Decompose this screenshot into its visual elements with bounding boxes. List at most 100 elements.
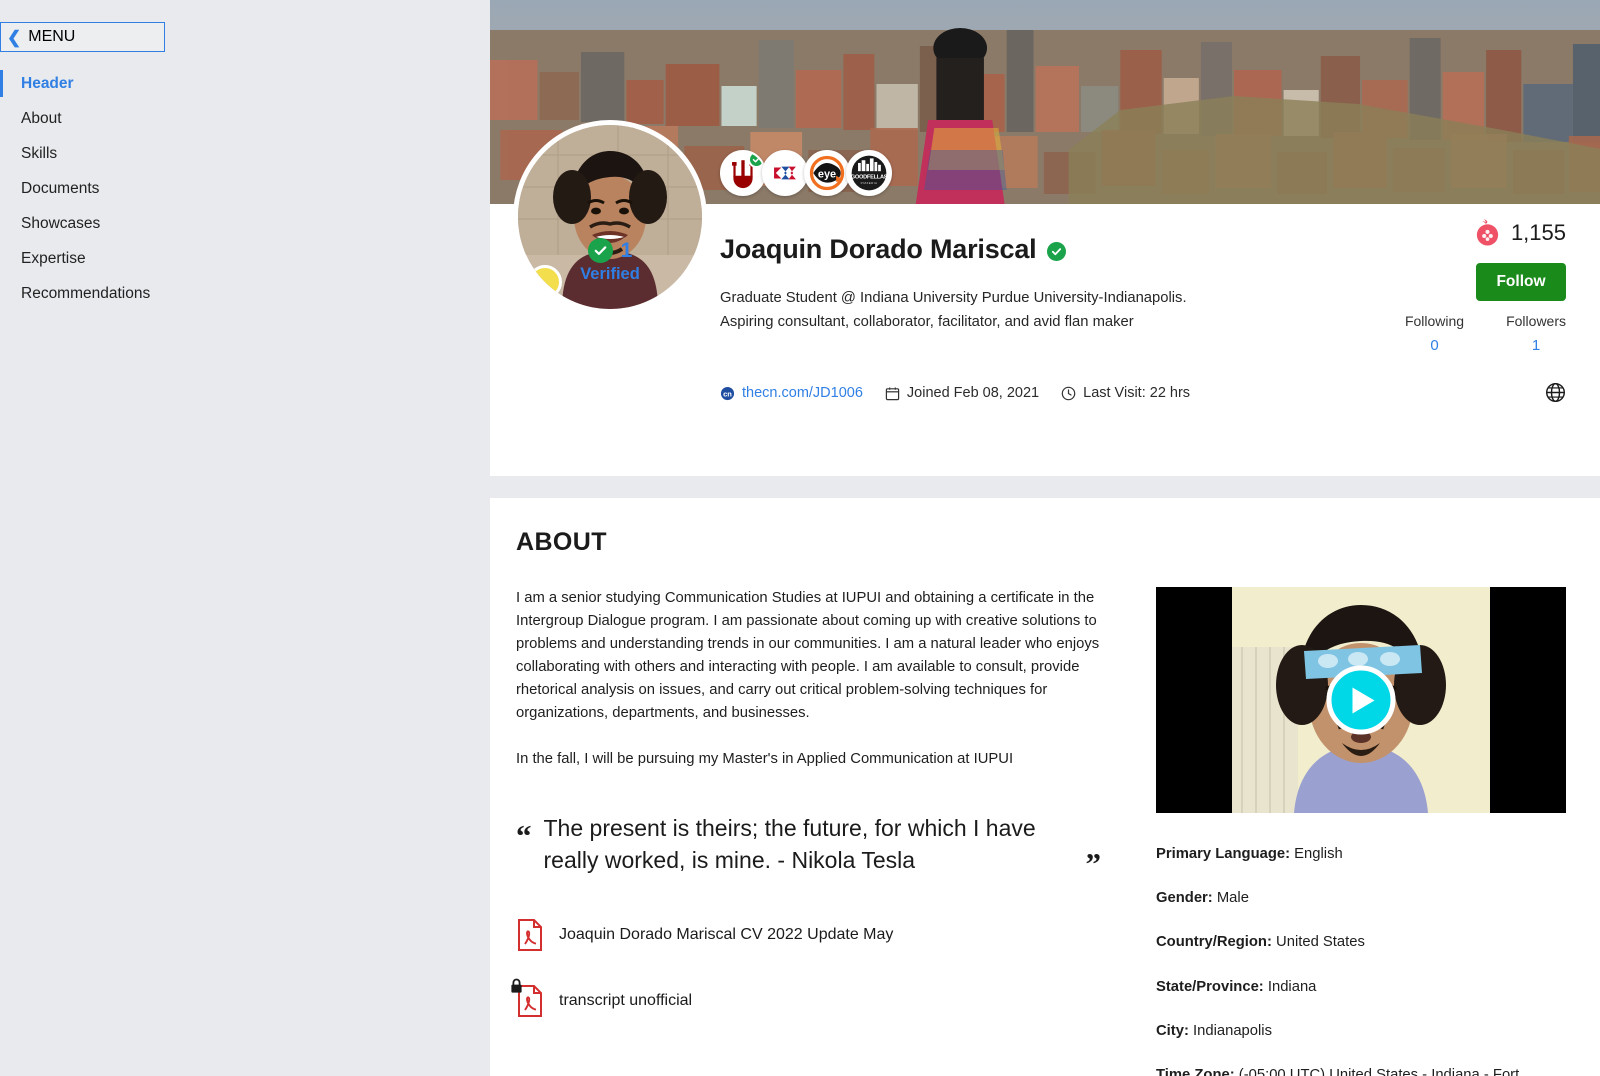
info-label: Gender:	[1156, 890, 1213, 907]
sidebar-item-expertise[interactable]: Expertise	[0, 241, 490, 276]
follow-counters: Following 0 Followers 1	[1366, 313, 1566, 354]
name-verified-icon	[1047, 241, 1067, 261]
following-counter[interactable]: Following 0	[1405, 313, 1464, 354]
document-name: Joaquin Dorado Mariscal CV 2022 Update M…	[559, 925, 894, 943]
last-visit: Last Visit: 22 hrs	[1061, 385, 1190, 401]
main-content: 1 Verified eye GOODFELLAS PIZZERIA Joaqu…	[490, 0, 1600, 1076]
avatar[interactable]	[513, 120, 707, 314]
followers-value: 1	[1531, 337, 1541, 354]
headline-line-1: Graduate Student @ Indiana University Pu…	[720, 290, 1187, 306]
joined-date: Joined Feb 08, 2021	[885, 385, 1039, 401]
info-value: Male	[1216, 890, 1249, 907]
sidebar-item-skills[interactable]: Skills	[0, 136, 490, 171]
united-states-flag-icon	[685, 286, 702, 307]
identity-block: Joaquin Dorado Mariscal Graduate Student…	[720, 234, 1187, 335]
quote-close-icon: ”	[1085, 845, 1102, 881]
pomegranate-icon	[1476, 219, 1499, 246]
globe-icon	[1546, 383, 1565, 402]
sidebar-item-header[interactable]: Header	[0, 66, 490, 101]
language-globe-button[interactable]	[1545, 382, 1566, 408]
info-value: Indianapolis	[1193, 1022, 1272, 1039]
document-item[interactable]: Joaquin Dorado Mariscal CV 2022 Update M…	[516, 918, 1116, 951]
attached-documents: Joaquin Dorado Mariscal CV 2022 Update M…	[511, 918, 1116, 1017]
sidebar-item-label: About	[21, 109, 62, 127]
info-value: English	[1294, 846, 1343, 862]
about-card: ABOUT I am a senior studying Communicati…	[490, 498, 1600, 1076]
sidebar-item-label: Expertise	[21, 249, 86, 267]
joined-date-label: Joined Feb 08, 2021	[906, 385, 1040, 401]
pdf-icon	[511, 978, 544, 1017]
sidebar-item-label: Header	[21, 74, 74, 92]
info-label: Time Zone:	[1156, 1066, 1235, 1076]
info-value: United States	[1276, 934, 1365, 951]
pdf-icon	[516, 918, 544, 951]
following-value: 0	[1430, 337, 1439, 354]
document-item[interactable]: transcript unofficial	[511, 978, 1116, 1017]
sidebar-item-showcases[interactable]: Showcases	[0, 206, 490, 241]
info-label: Country/Region:	[1156, 934, 1272, 951]
kc-logo-badge[interactable]	[762, 150, 808, 196]
follow-button[interactable]: Follow	[1476, 263, 1566, 301]
profile-stats: 1,155 Follow Following 0 Followers 1	[1366, 218, 1566, 354]
info-value: Indiana	[1267, 978, 1317, 995]
profile-headline: Graduate Student @ Indiana University Pu…	[720, 287, 1187, 335]
profile-info-list: Primary Language: English Gender: Male C…	[1156, 843, 1566, 1076]
about-paragraph-1: I am a senior studying Communication Stu…	[516, 590, 1100, 722]
sidebar-item-recommendations[interactable]: Recommendations	[0, 276, 490, 311]
calendar-icon	[885, 387, 900, 400]
quote-open-icon: “	[516, 817, 532, 853]
about-section-title: ABOUT	[516, 528, 607, 556]
chevron-left-icon: ❮	[7, 27, 22, 47]
info-row-country-region: Country/Region: United States	[1156, 931, 1566, 953]
eye-logo-badge[interactable]: eye	[804, 150, 850, 196]
document-name: transcript unofficial	[559, 991, 693, 1009]
points-display: 1,155	[1366, 218, 1566, 247]
followers-counter[interactable]: Followers 1	[1506, 313, 1566, 354]
about-left-column: I am a senior studying Communication Stu…	[511, 587, 1116, 1076]
indiana-university-badge[interactable]	[720, 150, 766, 196]
clock-icon	[1061, 386, 1076, 400]
lock-icon	[510, 978, 523, 993]
sidebar-item-documents[interactable]: Documents	[0, 171, 490, 206]
following-label: Following	[1404, 313, 1465, 329]
goodfellas-pizzeria-badge[interactable]: GOODFELLAS PIZZERIA	[846, 150, 892, 196]
sidebar: ❮ MENU Header About Skills Documents Sho…	[0, 0, 490, 1076]
sidebar-item-about[interactable]: About	[0, 101, 490, 136]
info-label: City:	[1156, 1022, 1189, 1039]
svg-text:PIZZERIA: PIZZERIA	[861, 181, 878, 185]
avatar-container: 1 Verified	[513, 120, 707, 314]
profile-link-label: thecn.com/JD1006	[742, 385, 863, 401]
favorite-quote: “ The present is theirs; the future, for…	[516, 812, 1116, 881]
info-row-city: City: Indianapolis	[1156, 1020, 1566, 1042]
cn-link-icon: cn	[720, 386, 735, 400]
followers-label: Followers	[1506, 313, 1566, 329]
svg-text:GOODFELLAS: GOODFELLAS	[851, 174, 888, 180]
intro-video[interactable]	[1156, 587, 1566, 813]
verified-check-icon	[587, 238, 613, 263]
sidebar-item-label: Showcases	[21, 214, 101, 232]
about-right-column: Primary Language: English Gender: Male C…	[1156, 587, 1566, 1076]
menu-toggle-button[interactable]: ❮ MENU	[0, 22, 165, 52]
profile-header-card: 1 Verified eye GOODFELLAS PIZZERIA Joaqu…	[490, 120, 1600, 476]
verified-label[interactable]: Verified	[580, 265, 640, 284]
quote-text: The present is theirs; the future, for w…	[543, 814, 1036, 874]
info-row-time-zone: Time Zone: (-05:00 UTC) United States - …	[1156, 1064, 1566, 1076]
profile-meta-row: cn thecn.com/JD1006 Joined Feb 08, 2021	[720, 385, 1190, 401]
sidebar-item-label: Recommendations	[21, 284, 151, 302]
headline-line-2: Aspiring consultant, collaborator, facil…	[720, 313, 1134, 330]
about-paragraph-2: In the fall, I will be pursuing my Maste…	[516, 751, 1014, 768]
sidebar-item-label: Documents	[21, 179, 100, 197]
profile-link[interactable]: cn thecn.com/JD1006	[720, 385, 863, 401]
info-row-primary-language: Primary Language: English	[1156, 843, 1566, 865]
menu-label: MENU	[28, 28, 76, 45]
svg-text:cn: cn	[723, 389, 732, 398]
info-row-state-province: State/Province: Indiana	[1156, 976, 1566, 998]
verified-block: 1 Verified	[513, 238, 707, 284]
sidebar-nav: Header About Skills Documents Showcases …	[0, 66, 490, 311]
page-title: Joaquin Dorado Mariscal	[720, 234, 1037, 264]
svg-text:eye: eye	[818, 169, 836, 181]
play-icon[interactable]	[1326, 665, 1396, 735]
sidebar-item-label: Skills	[21, 144, 58, 162]
info-row-gender: Gender: Male	[1156, 887, 1566, 909]
verified-count: 1	[620, 238, 633, 262]
